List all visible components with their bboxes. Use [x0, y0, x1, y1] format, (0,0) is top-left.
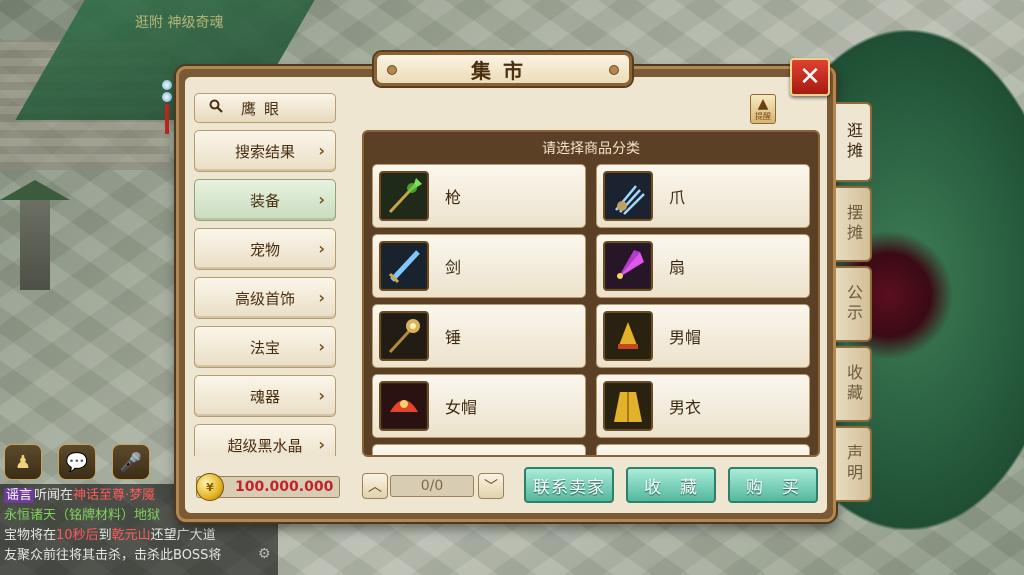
fan-icon — [603, 241, 653, 291]
category-fan[interactable]: 扇 — [596, 234, 810, 298]
category-more[interactable] — [372, 444, 586, 455]
chevron-right-icon: › — [318, 337, 325, 356]
background-pagoda — [0, 150, 70, 290]
category-sword[interactable]: 剑 — [372, 234, 586, 298]
chat-bubble-icon[interactable]: 💬 — [58, 444, 96, 480]
category-hammer[interactable]: 锤 — [372, 304, 586, 368]
page-up-button[interactable]: ︿ — [362, 473, 388, 499]
page-down-button[interactable]: ﹀ — [478, 473, 504, 499]
male-hat-icon — [603, 311, 653, 361]
hammer-icon — [379, 311, 429, 361]
page-indicator: 0/0 — [390, 475, 474, 497]
chat-line: 友聚众前往将其击杀，击杀此BOSS将 — [4, 548, 222, 563]
chat-channel-tag: 谣言 — [4, 488, 35, 503]
category-claw[interactable]: 爪 — [596, 164, 810, 228]
category-menu[interactable]: 搜索结果 › 装备 › 宠物 › 高级首饰 › 法宝 › 魂器 › 超级黑水晶 … — [192, 130, 338, 456]
category-male-hat[interactable]: 男帽 — [596, 304, 810, 368]
search-icon — [209, 99, 223, 117]
tab-browse-stalls[interactable]: 逛摊 — [836, 102, 872, 182]
warning-icon[interactable]: ▲ 提醒 — [750, 94, 776, 124]
menu-item-black-crystal[interactable]: 超级黑水晶 › — [194, 424, 336, 456]
friends-icon[interactable]: ♟ — [4, 444, 42, 480]
chevron-down-icon: ﹀ — [484, 479, 498, 495]
chevron-up-icon: ︿ — [368, 479, 382, 495]
contact-seller-button[interactable]: 联系卖家 — [524, 467, 614, 503]
claw-icon — [603, 171, 653, 221]
chevron-right-icon: › — [318, 288, 325, 307]
category-male-clothes[interactable]: 男衣 — [596, 374, 810, 438]
sword-icon — [379, 241, 429, 291]
chat-line: 宝物将在10秒后到乾元山还望广大道 — [4, 528, 216, 543]
tab-set-up-stall[interactable]: 摆摊 — [836, 186, 872, 262]
chevron-right-icon: › — [318, 386, 325, 405]
menu-item-magic-treasure[interactable]: 法宝 › — [194, 326, 336, 368]
category-grid: 枪 爪 剑 扇 锤 男帽 女帽 男衣 — [372, 164, 814, 455]
menu-item-soul-vessel[interactable]: 魂器 › — [194, 375, 336, 417]
male-clothes-icon — [603, 381, 653, 431]
tab-favorites[interactable]: 收藏 — [836, 346, 872, 422]
menu-item-search-results[interactable]: 搜索结果 › — [194, 130, 336, 172]
category-more[interactable] — [596, 444, 810, 455]
chevron-right-icon: › — [318, 141, 325, 160]
favorite-button[interactable]: 收 藏 — [626, 467, 716, 503]
menu-item-pets[interactable]: 宠物 › — [194, 228, 336, 270]
close-button[interactable]: ✕ — [790, 58, 830, 96]
menu-item-jewelry[interactable]: 高级首饰 › — [194, 277, 336, 319]
panel-title: 集市 — [374, 52, 632, 86]
category-female-hat[interactable]: 女帽 — [372, 374, 586, 438]
chevron-right-icon: › — [318, 435, 325, 454]
coin-icon: ¥ — [196, 473, 224, 501]
background-npc-title: 逛附 神级奇魂 — [135, 15, 224, 31]
female-hat-icon — [379, 381, 429, 431]
title-ornament-icon — [387, 65, 397, 75]
voice-mic-icon[interactable]: 🎤 — [112, 444, 150, 480]
tab-statement[interactable]: 声明 — [836, 426, 872, 502]
category-content: 请选择商品分类 枪 爪 剑 扇 锤 男帽 女帽 男衣 — [362, 130, 820, 457]
content-header: 请选择商品分类 — [542, 141, 640, 157]
chat-toolbar: ♟ 💬 🎤 — [4, 444, 150, 480]
buy-button[interactable]: 购 买 — [728, 467, 818, 503]
spear-icon — [379, 171, 429, 221]
chevron-right-icon: › — [318, 190, 325, 209]
tab-announcement[interactable]: 公示 — [836, 266, 872, 342]
gear-icon[interactable]: ⚙ — [258, 546, 271, 562]
chevron-right-icon: › — [318, 239, 325, 258]
menu-item-equipment[interactable]: 装备 › — [194, 179, 336, 221]
title-ornament-icon — [609, 65, 619, 75]
search-label: 鹰眼 — [241, 99, 288, 118]
category-spear[interactable]: 枪 — [372, 164, 586, 228]
lantern-decor — [158, 80, 176, 170]
close-icon: ✕ — [799, 62, 821, 92]
chat-link[interactable]: 神话至尊·梦魇 — [73, 488, 155, 503]
hawk-eye-search-button[interactable]: 鹰眼 — [194, 93, 336, 123]
